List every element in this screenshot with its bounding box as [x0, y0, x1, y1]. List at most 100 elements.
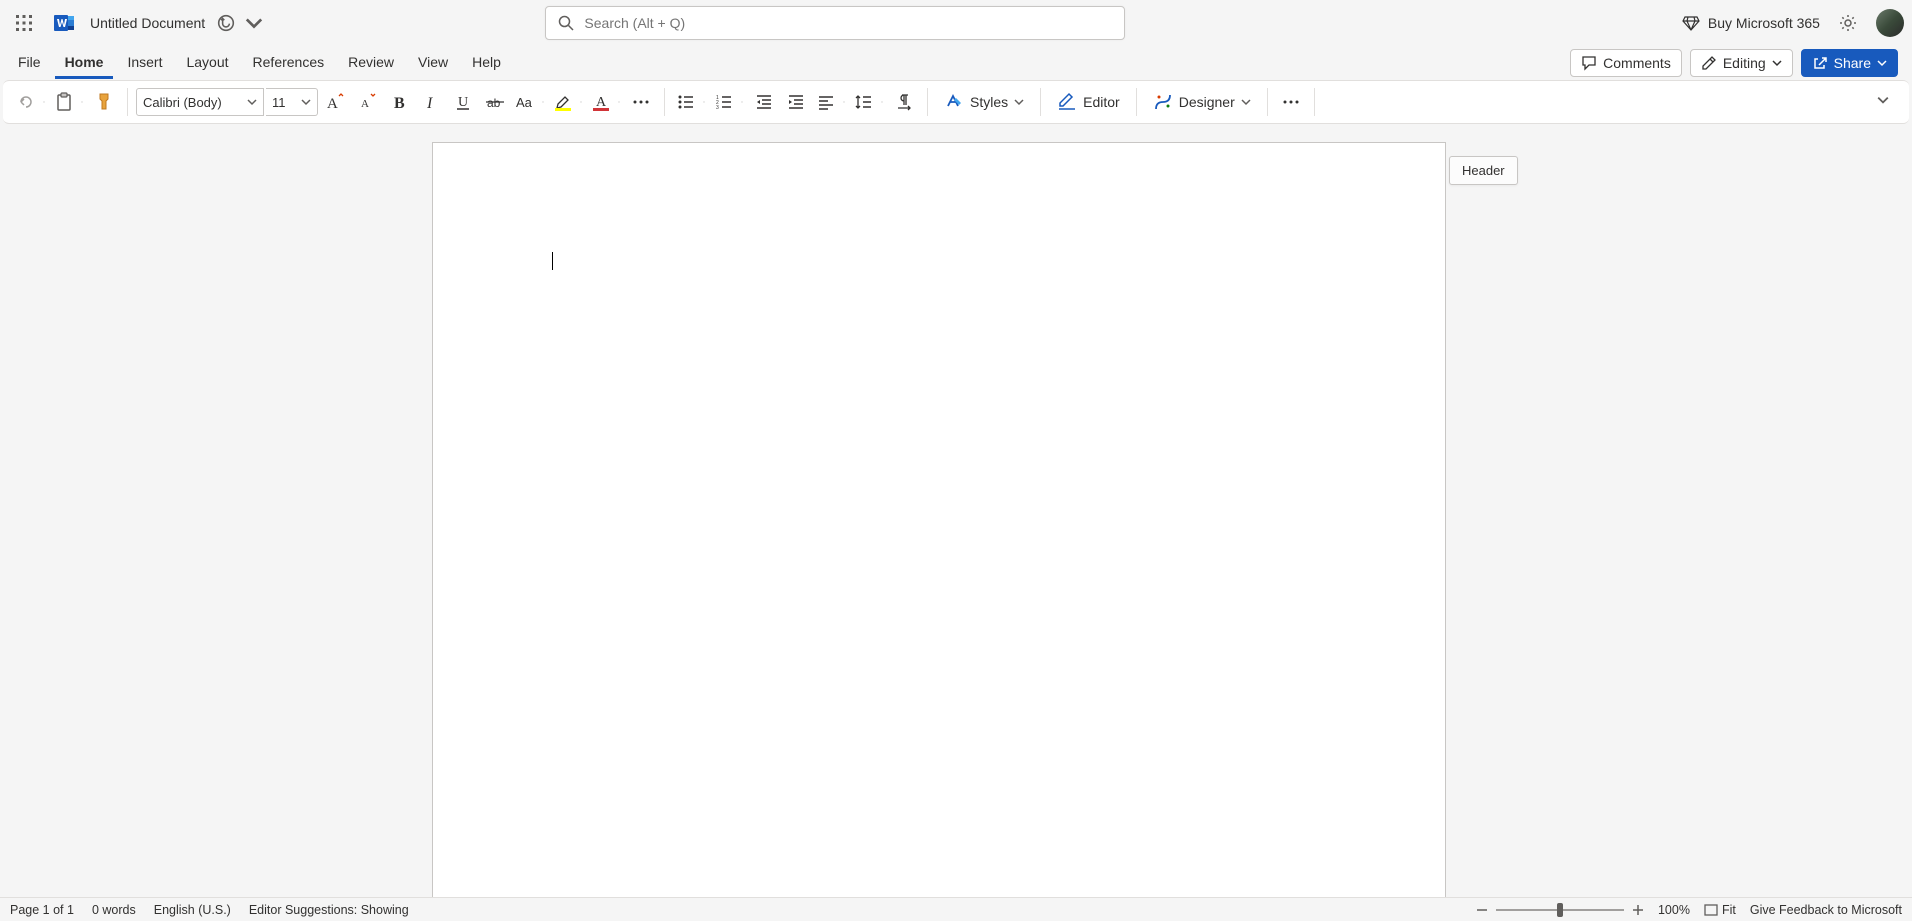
font-name-selector[interactable]: Calibri (Body) — [136, 88, 264, 116]
separator — [664, 88, 665, 116]
ribbon: Calibri (Body) 11 A A B I U ab Aa — [3, 80, 1909, 124]
tab-review[interactable]: Review — [338, 48, 404, 79]
svg-text:ab: ab — [487, 96, 501, 110]
zoom-in-icon[interactable] — [1632, 904, 1644, 916]
line-spacing-button[interactable] — [851, 87, 887, 117]
word-app-icon — [54, 13, 74, 33]
highlight-icon — [553, 92, 573, 112]
italic-button[interactable]: I — [416, 87, 446, 117]
tab-home[interactable]: Home — [55, 48, 114, 79]
tab-references[interactable]: References — [243, 48, 335, 79]
menu-right: Comments Editing Share — [1570, 49, 1904, 77]
document-title[interactable]: Untitled Document — [90, 15, 205, 31]
user-avatar[interactable] — [1876, 9, 1904, 37]
align-button[interactable] — [813, 87, 849, 117]
font-size-selector[interactable]: 11 — [266, 88, 318, 116]
tab-layout[interactable]: Layout — [176, 48, 238, 79]
buy-microsoft-365-button[interactable]: Buy Microsoft 365 — [1682, 14, 1820, 32]
status-bar: Page 1 of 1 0 words English (U.S.) Edito… — [0, 897, 1912, 921]
more-commands-button[interactable] — [1276, 87, 1306, 117]
editor-suggestions-status[interactable]: Editor Suggestions: Showing — [249, 903, 409, 917]
ribbon-expand-button[interactable] — [1869, 89, 1903, 115]
chevron-down-icon — [1877, 58, 1887, 68]
more-font-options-button[interactable] — [626, 87, 656, 117]
save-status-icon[interactable] — [217, 14, 235, 32]
page-1[interactable] — [432, 142, 1446, 897]
chevron-down-icon — [301, 97, 311, 107]
text-direction-button[interactable] — [889, 87, 919, 117]
change-case-button[interactable]: Aa — [512, 87, 548, 117]
styles-button[interactable]: Styles — [936, 87, 1032, 117]
shrink-font-icon: A — [357, 92, 377, 112]
svg-text:3: 3 — [716, 105, 719, 111]
zoom-thumb[interactable] — [1557, 903, 1563, 917]
zoom-track[interactable] — [1496, 909, 1624, 911]
underline-button[interactable]: U — [448, 87, 478, 117]
app-launcher-button[interactable] — [8, 7, 40, 39]
fit-icon — [1704, 903, 1718, 917]
menu-bar: File Home Insert Layout References Revie… — [0, 46, 1912, 80]
designer-button[interactable]: Designer — [1145, 87, 1259, 117]
share-button[interactable]: Share — [1801, 49, 1898, 77]
italic-icon: I — [422, 93, 440, 111]
styles-icon — [944, 92, 964, 112]
grow-font-icon: A — [325, 92, 345, 112]
bullets-button[interactable] — [673, 87, 709, 117]
decrease-indent-button[interactable] — [749, 87, 779, 117]
separator — [1136, 88, 1137, 116]
editor-button[interactable]: Editor — [1049, 87, 1128, 117]
clipboard-icon — [54, 92, 74, 112]
svg-text:A: A — [327, 96, 338, 112]
word-count[interactable]: 0 words — [92, 903, 136, 917]
search-input[interactable] — [584, 15, 1112, 31]
tab-help[interactable]: Help — [462, 48, 511, 79]
strikethrough-button[interactable]: ab — [480, 87, 510, 117]
zoom-slider[interactable] — [1476, 904, 1644, 916]
shrink-font-button[interactable]: A — [352, 87, 382, 117]
chevron-down-icon — [1772, 58, 1782, 68]
fit-label: Fit — [1722, 903, 1736, 917]
chevron-down-icon — [247, 97, 257, 107]
settings-button[interactable] — [1838, 13, 1858, 33]
format-painter-button[interactable] — [89, 87, 119, 117]
header-region-label[interactable]: Header — [1449, 156, 1518, 185]
grow-font-button[interactable]: A — [320, 87, 350, 117]
editor-group: Editor — [1045, 87, 1132, 117]
chevron-down-icon — [699, 97, 709, 107]
numbering-button[interactable]: 123 — [711, 87, 747, 117]
undo-button[interactable] — [13, 87, 49, 117]
editing-mode-button[interactable]: Editing — [1690, 49, 1793, 77]
zoom-out-icon[interactable] — [1476, 904, 1488, 916]
bold-icon: B — [390, 93, 408, 111]
align-left-icon — [817, 93, 835, 111]
document-canvas[interactable]: Header — [0, 124, 1912, 897]
language-status[interactable]: English (U.S.) — [154, 903, 231, 917]
strikethrough-icon: ab — [485, 92, 505, 112]
comments-button[interactable]: Comments — [1570, 49, 1682, 77]
font-group: Calibri (Body) 11 A A B I U ab Aa — [132, 87, 660, 117]
paste-button[interactable] — [51, 87, 87, 117]
editor-label: Editor — [1083, 94, 1120, 110]
gear-icon — [1838, 13, 1858, 33]
search-box[interactable] — [545, 6, 1125, 40]
chevron-down-icon — [77, 97, 87, 107]
line-spacing-icon — [855, 93, 873, 111]
bold-button[interactable]: B — [384, 87, 414, 117]
editor-icon — [1057, 92, 1077, 112]
text-cursor — [552, 252, 553, 270]
tab-insert[interactable]: Insert — [117, 48, 172, 79]
zoom-level[interactable]: 100% — [1658, 903, 1690, 917]
page-count[interactable]: Page 1 of 1 — [10, 903, 74, 917]
highlight-color-button[interactable] — [550, 87, 586, 117]
fit-button[interactable]: Fit — [1704, 903, 1736, 917]
underline-icon: U — [454, 93, 472, 111]
chevron-down-icon — [576, 97, 586, 107]
feedback-link[interactable]: Give Feedback to Microsoft — [1750, 903, 1902, 917]
diamond-icon — [1682, 14, 1700, 32]
tab-view[interactable]: View — [408, 48, 458, 79]
font-color-button[interactable]: A — [588, 87, 624, 117]
title-dropdown-button[interactable] — [245, 14, 263, 32]
tab-file[interactable]: File — [8, 48, 51, 79]
increase-indent-button[interactable] — [781, 87, 811, 117]
ellipsis-icon — [632, 93, 650, 111]
